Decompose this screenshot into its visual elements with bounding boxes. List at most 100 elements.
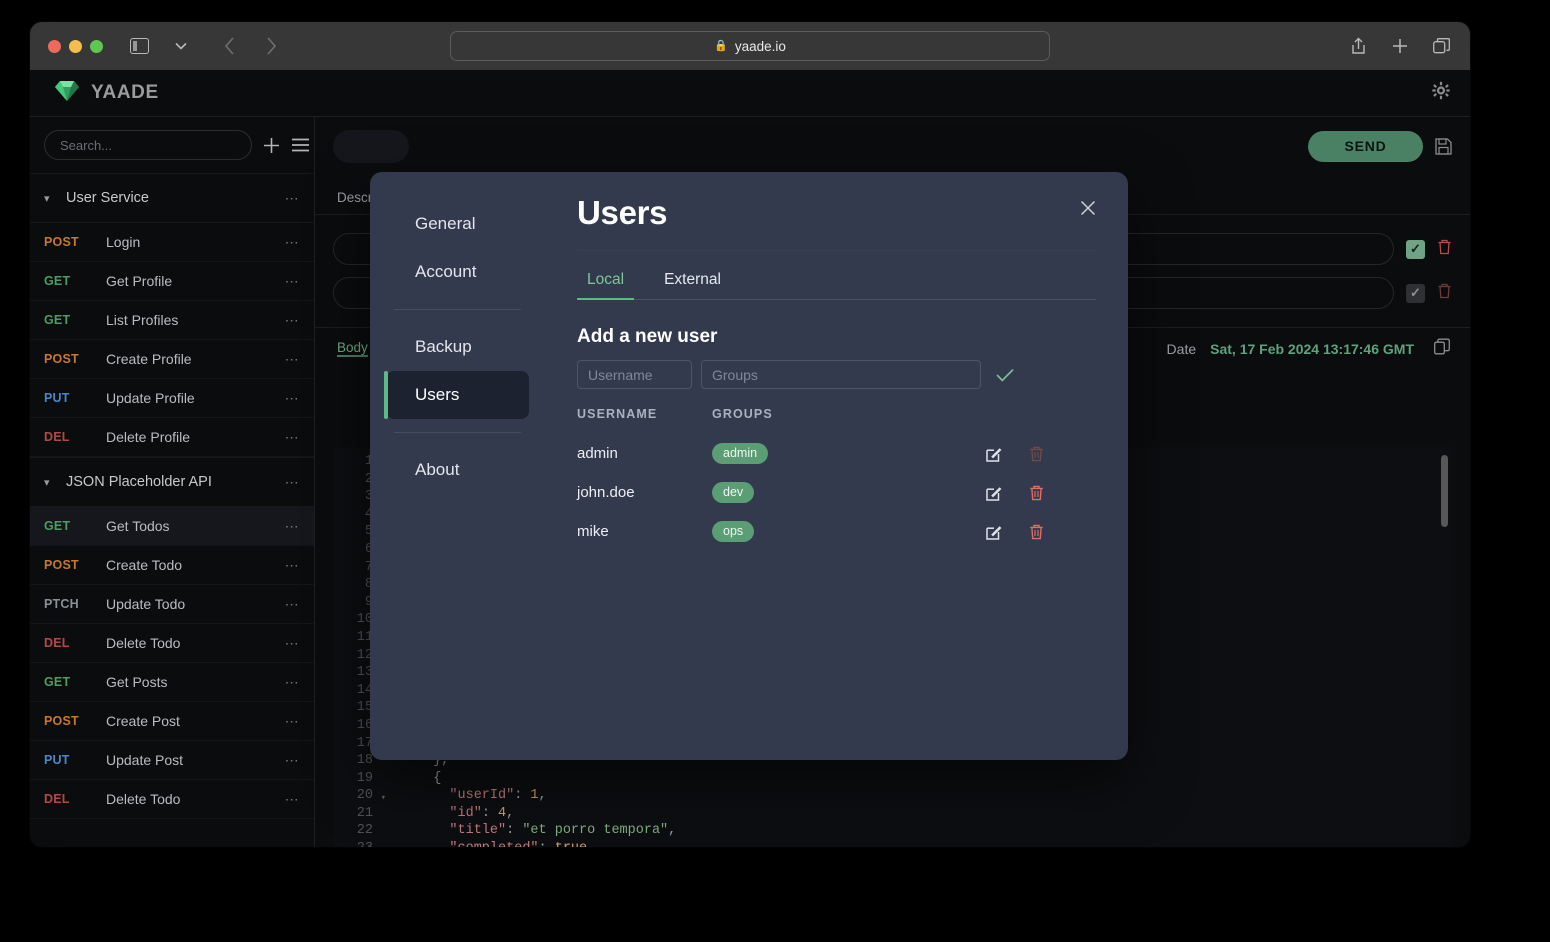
request-menu-icon[interactable]: ⋯ [285,713,300,730]
cell-groups: admin [712,442,986,465]
request-list-item[interactable]: DEL Delete Todo ⋯ [30,780,314,819]
request-menu-icon[interactable]: ⋯ [285,312,300,329]
request-list-item[interactable]: GET Get Todos ⋯ [30,507,314,546]
cell-username: mike [577,523,609,540]
settings-nav-item-users[interactable]: Users [384,371,529,419]
cell-groups: ops [712,520,986,543]
param-enabled-checkbox[interactable]: ✓ [1406,283,1425,303]
settings-nav-label: General [415,214,476,233]
add-collection-icon[interactable] [262,134,281,156]
username-input[interactable] [577,360,692,389]
forward-icon[interactable] [257,32,285,60]
app-header: YAADE [30,70,1470,117]
request-menu-icon[interactable]: ⋯ [285,674,300,691]
request-list-item[interactable]: GET List Profiles ⋯ [30,301,314,340]
app-logo: YAADE [54,80,159,107]
request-menu-icon[interactable]: ⋯ [285,791,300,808]
window-controls[interactable] [48,39,103,53]
trash-icon[interactable] [1029,524,1044,540]
gear-icon[interactable] [1432,81,1450,105]
request-method: POST [44,235,79,249]
tab-external[interactable]: External [654,263,731,299]
floppy-disk-icon[interactable] [1435,137,1452,155]
hamburger-icon[interactable] [291,134,310,156]
line-number: 9 [364,594,373,610]
request-list-item[interactable]: POST Create Post ⋯ [30,702,314,741]
settings-nav-item-general[interactable]: General [386,200,529,248]
users-table-body: admin admin john.doe dev mike ops [577,434,1096,551]
settings-nav-item-backup[interactable]: Backup [386,323,529,371]
share-icon[interactable] [1344,32,1372,60]
search-input[interactable] [44,130,252,160]
fold-chevron-icon[interactable]: ▾ [381,790,386,808]
tab-local[interactable]: Local [577,263,635,300]
line-number: 8 [364,577,373,593]
settings-nav-item-about[interactable]: About [386,446,529,494]
request-list-item[interactable]: POST Create Todo ⋯ [30,546,314,585]
line-number: 14 [356,682,373,698]
edit-icon[interactable] [986,523,1003,540]
request-menu-icon[interactable]: ⋯ [285,351,300,368]
send-button[interactable]: SEND [1308,130,1423,162]
request-list-item[interactable]: DEL Delete Todo ⋯ [30,624,314,663]
request-list-item[interactable]: PTCH Update Todo ⋯ [30,585,314,624]
chevron-down-icon: ▾ [44,192,50,205]
users-table: USERNAME GROUPS admin admin john.doe dev mik… [577,407,1096,551]
method-selector[interactable] [333,129,409,163]
tabs-overview-icon[interactable] [1428,32,1456,60]
request-list-item[interactable]: PUT Update Post ⋯ [30,741,314,780]
request-name: Get Todos [106,518,170,534]
edit-icon[interactable] [986,484,1003,501]
collection-header[interactable]: ▾ JSON Placeholder API ⋯ [30,457,314,507]
request-name: List Profiles [106,312,179,328]
request-list-item[interactable]: GET Get Posts ⋯ [30,663,314,702]
minimize-window-button[interactable] [69,39,82,53]
request-menu-icon[interactable]: ⋯ [285,752,300,769]
collection-name: JSON Placeholder API [66,474,212,490]
close-window-button[interactable] [48,39,61,53]
collection-menu-icon[interactable]: ⋯ [285,190,300,207]
collection-header[interactable]: ▾ User Service ⋯ [30,173,314,223]
line-number: 3 [364,489,373,505]
request-menu-icon[interactable]: ⋯ [285,557,300,574]
request-list-item[interactable]: PUT Update Profile ⋯ [30,379,314,418]
request-list-item[interactable]: POST Create Profile ⋯ [30,340,314,379]
groups-input[interactable] [701,360,981,389]
request-menu-icon[interactable]: ⋯ [285,234,300,251]
request-menu-icon[interactable]: ⋯ [285,596,300,613]
request-list-item[interactable]: GET Get Profile ⋯ [30,262,314,301]
param-enabled-checkbox[interactable]: ✓ [1406,239,1425,259]
sidebar-dropdown-icon[interactable] [167,32,195,60]
request-method: GET [44,675,71,689]
address-bar[interactable]: 🔒 yaade.io [450,31,1050,61]
trash-icon[interactable] [1029,485,1044,501]
line-number: 20 ▾ [333,787,386,805]
line-number: 7 [364,559,373,575]
editor-scrollbar[interactable] [1441,455,1448,527]
edit-icon[interactable] [986,445,1003,462]
request-url-input[interactable] [421,130,1296,163]
settings-nav-item-account[interactable]: Account [386,248,529,296]
back-icon[interactable] [215,32,243,60]
trash-icon[interactable] [1029,446,1044,462]
request-list-item[interactable]: DEL Delete Profile ⋯ [30,418,314,457]
close-icon[interactable] [1076,196,1100,220]
request-menu-icon[interactable]: ⋯ [285,273,300,290]
collection-menu-icon[interactable]: ⋯ [285,474,300,491]
request-menu-icon[interactable]: ⋯ [285,429,300,446]
copy-icon[interactable] [1434,338,1450,359]
request-menu-icon[interactable]: ⋯ [285,635,300,652]
request-list-item[interactable]: POST Login ⋯ [30,223,314,262]
maximize-window-button[interactable] [90,39,103,53]
browser-window: 🔒 yaade.io YAADE Search... ▾ User Servic… [30,22,1470,847]
request-menu-icon[interactable]: ⋯ [285,518,300,535]
request-name: Get Profile [106,273,173,289]
tab-body[interactable]: Body [337,340,368,357]
check-icon[interactable] [996,368,1014,382]
trash-icon[interactable] [1437,239,1452,259]
trash-icon[interactable] [1437,283,1452,303]
request-menu-icon[interactable]: ⋯ [285,390,300,407]
new-tab-icon[interactable] [1386,32,1414,60]
users-source-tabs: Local External [577,263,1096,300]
sidebar-toggle-icon[interactable] [125,32,153,60]
